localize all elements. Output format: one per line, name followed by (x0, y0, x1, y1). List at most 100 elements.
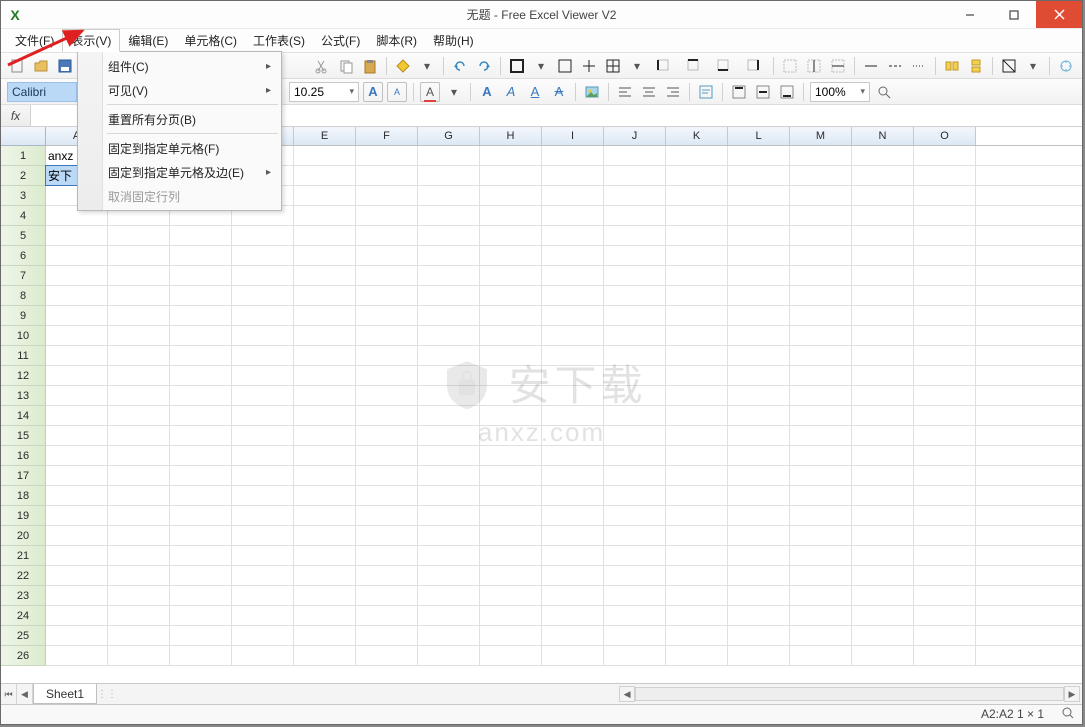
cell[interactable] (480, 266, 542, 285)
cell[interactable] (108, 446, 170, 465)
cell[interactable] (108, 486, 170, 505)
row-header[interactable]: 7 (1, 266, 46, 286)
cell[interactable] (728, 506, 790, 525)
cell[interactable] (418, 586, 480, 605)
cell[interactable] (46, 486, 108, 505)
cell[interactable] (666, 626, 728, 645)
cell[interactable] (666, 646, 728, 665)
cell[interactable] (170, 246, 232, 265)
cell[interactable] (294, 146, 356, 165)
cell[interactable] (170, 446, 232, 465)
cell[interactable] (914, 626, 976, 645)
cell[interactable] (170, 426, 232, 445)
cell[interactable] (418, 326, 480, 345)
cell[interactable] (356, 146, 418, 165)
cell[interactable] (294, 306, 356, 325)
cell[interactable] (480, 426, 542, 445)
cell[interactable] (914, 386, 976, 405)
cell[interactable] (542, 566, 604, 585)
cell[interactable] (294, 426, 356, 445)
horizontal-scrollbar[interactable]: ◀ ▶ (617, 686, 1082, 702)
menu-edit[interactable]: 编辑(E) (120, 29, 176, 52)
cell[interactable] (46, 366, 108, 385)
cell[interactable] (852, 186, 914, 205)
cell[interactable] (666, 306, 728, 325)
cell[interactable] (46, 646, 108, 665)
cell[interactable] (294, 486, 356, 505)
cell[interactable] (666, 286, 728, 305)
cell[interactable] (604, 386, 666, 405)
column-header[interactable]: E (294, 127, 356, 145)
cell[interactable] (728, 606, 790, 625)
cell[interactable] (852, 386, 914, 405)
cell[interactable] (604, 626, 666, 645)
row-header[interactable]: 13 (1, 386, 46, 406)
row-header[interactable]: 4 (1, 206, 46, 226)
cell[interactable] (728, 566, 790, 585)
cell[interactable] (418, 466, 480, 485)
cell[interactable] (790, 246, 852, 265)
merge-v-button[interactable] (966, 56, 986, 76)
cell[interactable] (604, 346, 666, 365)
cell[interactable] (294, 326, 356, 345)
menu-file[interactable]: 文件(F) (7, 29, 62, 52)
cell[interactable] (542, 286, 604, 305)
dropdown-item-reset-pages[interactable]: 重置所有分页(B) (80, 107, 279, 131)
cell[interactable] (294, 506, 356, 525)
cell[interactable] (728, 206, 790, 225)
cell[interactable] (480, 626, 542, 645)
cell[interactable] (852, 226, 914, 245)
border-none-button[interactable] (780, 56, 800, 76)
cell[interactable] (46, 606, 108, 625)
dropdown-item-freeze-to-cell[interactable]: 固定到指定单元格(F) (80, 136, 279, 160)
cell[interactable] (294, 566, 356, 585)
underline-button[interactable]: A (525, 82, 545, 102)
column-header[interactable]: M (790, 127, 852, 145)
cell[interactable] (790, 586, 852, 605)
cell[interactable] (790, 326, 852, 345)
cell[interactable] (480, 546, 542, 565)
cell[interactable] (294, 386, 356, 405)
cell[interactable] (418, 146, 480, 165)
row-header[interactable]: 16 (1, 446, 46, 466)
row-header[interactable]: 19 (1, 506, 46, 526)
cell[interactable] (294, 546, 356, 565)
cell[interactable] (356, 626, 418, 645)
cell[interactable] (542, 206, 604, 225)
cell[interactable] (914, 586, 976, 605)
cell[interactable] (852, 486, 914, 505)
cell[interactable] (852, 166, 914, 185)
cell[interactable] (852, 246, 914, 265)
cell[interactable] (790, 506, 852, 525)
cell[interactable] (542, 406, 604, 425)
cell[interactable] (666, 526, 728, 545)
cell[interactable] (46, 426, 108, 445)
cell[interactable] (418, 366, 480, 385)
cell[interactable] (46, 466, 108, 485)
cell[interactable] (108, 386, 170, 405)
valign-middle-button[interactable] (753, 82, 773, 102)
cell[interactable] (604, 446, 666, 465)
cell[interactable] (604, 146, 666, 165)
cell[interactable] (852, 466, 914, 485)
cell[interactable] (666, 386, 728, 405)
cell[interactable] (46, 266, 108, 285)
cell[interactable] (418, 606, 480, 625)
cell[interactable] (914, 166, 976, 185)
cell[interactable] (356, 566, 418, 585)
cell[interactable] (728, 266, 790, 285)
cell[interactable] (108, 346, 170, 365)
cell[interactable] (666, 586, 728, 605)
column-header[interactable]: J (604, 127, 666, 145)
font-color-button[interactable]: A (420, 82, 440, 102)
cell[interactable] (480, 186, 542, 205)
border-top-button[interactable] (681, 56, 707, 76)
cell[interactable] (666, 226, 728, 245)
border-style-dash-button[interactable] (885, 56, 905, 76)
zoom-input[interactable]: 100%▾ (810, 82, 870, 102)
row-header[interactable]: 6 (1, 246, 46, 266)
cell[interactable] (418, 646, 480, 665)
cell[interactable] (418, 546, 480, 565)
align-left-button[interactable] (615, 82, 635, 102)
sheet-tab[interactable]: Sheet1 (33, 684, 97, 704)
